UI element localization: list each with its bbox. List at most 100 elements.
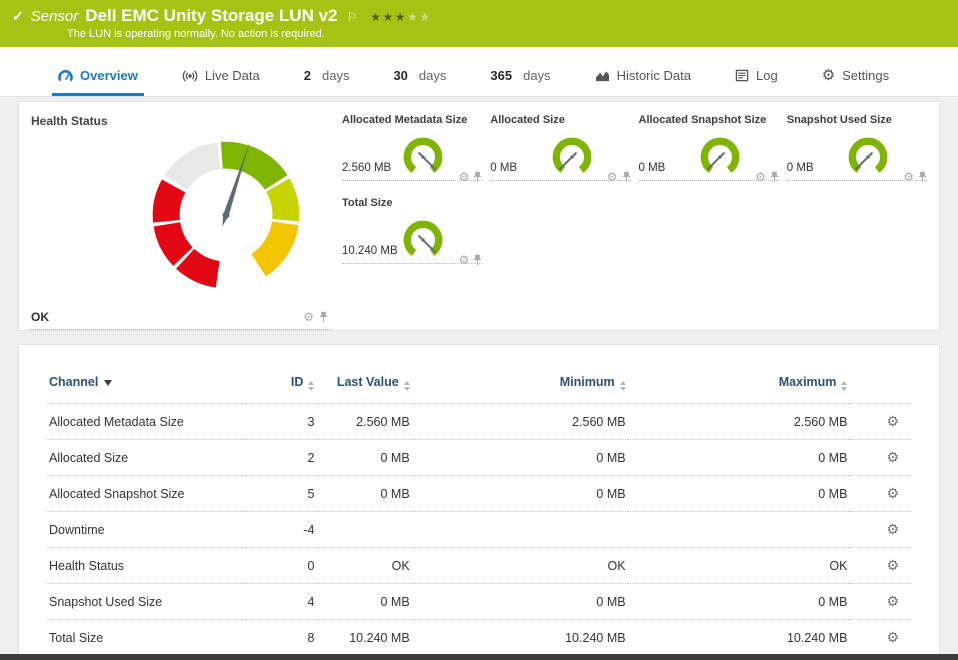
- tab-365-days[interactable]: 365 days: [484, 59, 556, 96]
- channel-settings-icon[interactable]: ⚙: [886, 449, 899, 465]
- sort-icon: [403, 381, 410, 391]
- mini-gauges-grid: Allocated Metadata Size 2.560 MB ⚙ Allocate…: [332, 110, 931, 330]
- cell-minimum: OK: [411, 547, 628, 584]
- channel-settings-icon[interactable]: ⚙: [886, 593, 899, 609]
- gear-icon[interactable]: ⚙: [607, 171, 618, 183]
- mini-gauge-allocated-size: Allocated Size 0 MB ⚙: [490, 114, 631, 183]
- star-icon[interactable]: ★: [395, 10, 407, 24]
- sensor-status-header: ✓ Sensor Dell EMC Unity Storage LUN v2 ⚐…: [0, 0, 958, 47]
- live-signal-icon: [182, 69, 198, 83]
- channel-row-snapshot-used-size[interactable]: Snapshot Used Size 4 0 MB 0 MB 0 MB ⚙: [47, 583, 911, 620]
- star-icon[interactable]: ★: [407, 10, 419, 24]
- pin-icon[interactable]: [473, 171, 482, 183]
- channel-settings-icon[interactable]: ⚙: [886, 413, 899, 429]
- mini-gauge-actions: ⚙: [458, 254, 482, 266]
- column-header-minimum[interactable]: Minimum: [412, 369, 628, 404]
- cell-channel: Allocated Size: [47, 439, 246, 476]
- mini-gauge-dial: [552, 137, 591, 173]
- cell-maximum: 0 MB: [627, 439, 850, 476]
- tab-historic-data[interactable]: Historic Data: [589, 59, 697, 96]
- column-header-actions: [849, 369, 911, 404]
- cell-last-value: [316, 511, 412, 548]
- mini-gauge-value: 0 MB: [786, 162, 814, 174]
- priority-stars[interactable]: ★★★★★: [370, 10, 431, 24]
- channel-row-allocated-size[interactable]: Allocated Size 2 0 MB 0 MB 0 MB ⚙: [47, 439, 911, 476]
- sort-icon: [308, 381, 315, 391]
- gear-icon[interactable]: ⚙: [903, 171, 914, 183]
- mini-gauge-actions: ⚙: [903, 171, 927, 183]
- cell-maximum: OK: [627, 547, 850, 584]
- mini-gauge-body: 2.560 MB ⚙: [342, 127, 483, 183]
- cell-last-value: 0 MB: [316, 583, 412, 620]
- tab-label: days: [523, 68, 551, 83]
- sensor-title: Dell EMC Unity Storage LUN v2: [85, 6, 338, 25]
- column-header-maximum[interactable]: Maximum: [628, 369, 850, 404]
- tab-settings[interactable]: ⚙ Settings: [816, 59, 895, 96]
- star-icon[interactable]: ★: [383, 10, 395, 24]
- column-header-last-value[interactable]: Last Value: [316, 369, 411, 404]
- health-status-title: Health Status: [31, 114, 108, 128]
- gear-icon[interactable]: ⚙: [458, 171, 469, 183]
- cell-actions: ⚙: [849, 439, 911, 476]
- sensor-status-message: The LUN is operating normally. No action…: [67, 28, 325, 40]
- sensor-title-row: ✓ Sensor Dell EMC Unity Storage LUN v2 ⚐…: [12, 6, 946, 26]
- column-header-id[interactable]: ID: [245, 369, 316, 404]
- channel-row-allocated-snapshot-size[interactable]: Allocated Snapshot Size 5 0 MB 0 MB 0 MB ⚙: [47, 475, 911, 512]
- channel-settings-icon[interactable]: ⚙: [886, 521, 899, 537]
- channel-table-panel: Channel ID Last Value Minimum Maximum Alloca…: [18, 344, 940, 655]
- mini-gauge-value: 0 MB: [638, 162, 666, 174]
- health-gauge-actions: ⚙: [303, 311, 328, 323]
- cell-actions: ⚙: [849, 583, 911, 620]
- sort-icon: [841, 381, 848, 391]
- mini-gauge-value: 10.240 MB: [342, 245, 398, 257]
- cell-last-value: 0 MB: [316, 439, 412, 476]
- tab-live-data[interactable]: Live Data: [176, 59, 266, 96]
- channel-row-total-size[interactable]: Total Size 8 10.240 MB 10.240 MB 10.240 MB ⚙: [47, 619, 911, 655]
- mini-gauge-body: 0 MB ⚙: [638, 127, 779, 183]
- tab-log[interactable]: Log: [729, 59, 784, 96]
- channel-settings-icon[interactable]: ⚙: [886, 629, 899, 645]
- mini-gauge-snapshot-used-size: Snapshot Used Size 0 MB ⚙: [786, 114, 927, 183]
- cell-id: 5: [245, 475, 317, 512]
- status-ok-check-icon: ✓: [12, 8, 24, 24]
- cell-channel: Allocated Metadata Size: [47, 403, 246, 440]
- tab-label: Log: [755, 68, 778, 83]
- star-icon[interactable]: ★: [370, 10, 382, 24]
- gear-icon[interactable]: ⚙: [755, 171, 766, 183]
- flag-icon[interactable]: ⚐: [346, 10, 357, 24]
- tab-label-number: 30: [393, 68, 408, 83]
- mini-gauge-actions: ⚙: [607, 171, 631, 183]
- cell-maximum: 10.240 MB: [627, 619, 850, 655]
- pin-icon[interactable]: [770, 171, 779, 183]
- tab-bar: Overview Live Data 2 days 30 days 365 days Histo…: [0, 47, 958, 97]
- mini-gauge-allocated-snapshot-size: Allocated Snapshot Size 0 MB ⚙: [638, 114, 779, 183]
- tab-label: Historic Data: [616, 68, 691, 83]
- pin-icon[interactable]: [319, 311, 328, 323]
- cell-maximum: 0 MB: [627, 475, 850, 512]
- cell-maximum: [627, 511, 850, 548]
- channel-row-health-status[interactable]: Health Status 0 OK OK OK ⚙: [47, 547, 911, 584]
- cell-id: 4: [245, 583, 317, 620]
- sensor-kind-label: Sensor: [30, 8, 79, 25]
- channel-row-downtime[interactable]: Downtime -4 ⚙: [47, 511, 911, 548]
- pin-icon[interactable]: [918, 171, 927, 183]
- pin-icon[interactable]: [473, 254, 482, 266]
- channel-settings-icon[interactable]: ⚙: [886, 485, 899, 501]
- pin-icon[interactable]: [622, 171, 631, 183]
- cell-actions: ⚙: [849, 619, 911, 655]
- mini-gauge-dial: [848, 137, 888, 173]
- column-header-channel[interactable]: Channel: [47, 369, 245, 404]
- channel-settings-icon[interactable]: ⚙: [886, 557, 899, 573]
- tab-overview[interactable]: Overview: [52, 59, 144, 96]
- bottom-divider: [0, 654, 958, 660]
- channel-row-allocated-metadata-size[interactable]: Allocated Metadata Size 3 2.560 MB 2.560 MB…: [47, 403, 911, 440]
- tab-2-days[interactable]: 2 days: [298, 59, 356, 96]
- cell-last-value: 0 MB: [316, 475, 412, 512]
- star-icon[interactable]: ★: [419, 10, 431, 24]
- gear-icon[interactable]: ⚙: [458, 254, 469, 266]
- tab-label: Live Data: [204, 68, 260, 83]
- health-status-gauge: [152, 140, 300, 288]
- tab-30-days[interactable]: 30 days: [387, 59, 452, 96]
- cell-last-value: OK: [316, 547, 412, 584]
- gear-icon[interactable]: ⚙: [303, 311, 314, 323]
